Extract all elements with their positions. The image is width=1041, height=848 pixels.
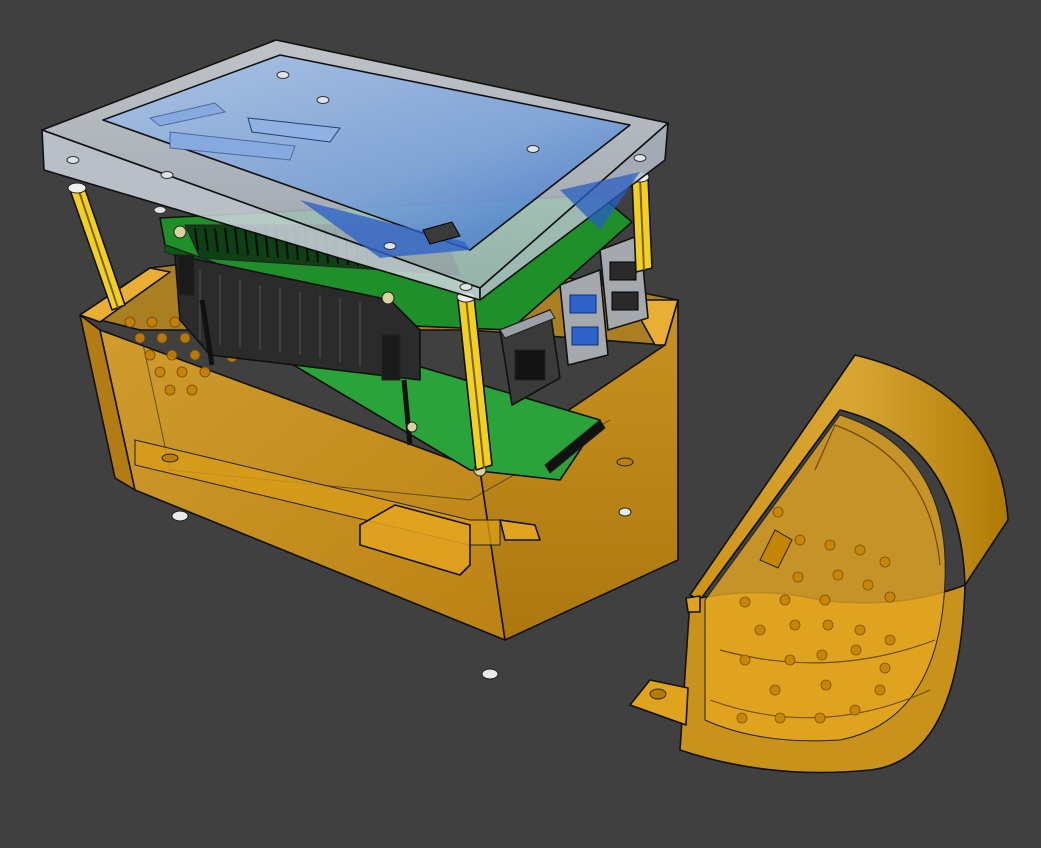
end-cap-mounting-tab xyxy=(629,679,689,726)
cad-scene[interactable] xyxy=(0,0,1041,848)
end-cap-inner-face xyxy=(704,414,946,742)
enclosure-end-cap[interactable] xyxy=(629,354,1009,774)
3d-viewport[interactable] xyxy=(0,0,1041,848)
